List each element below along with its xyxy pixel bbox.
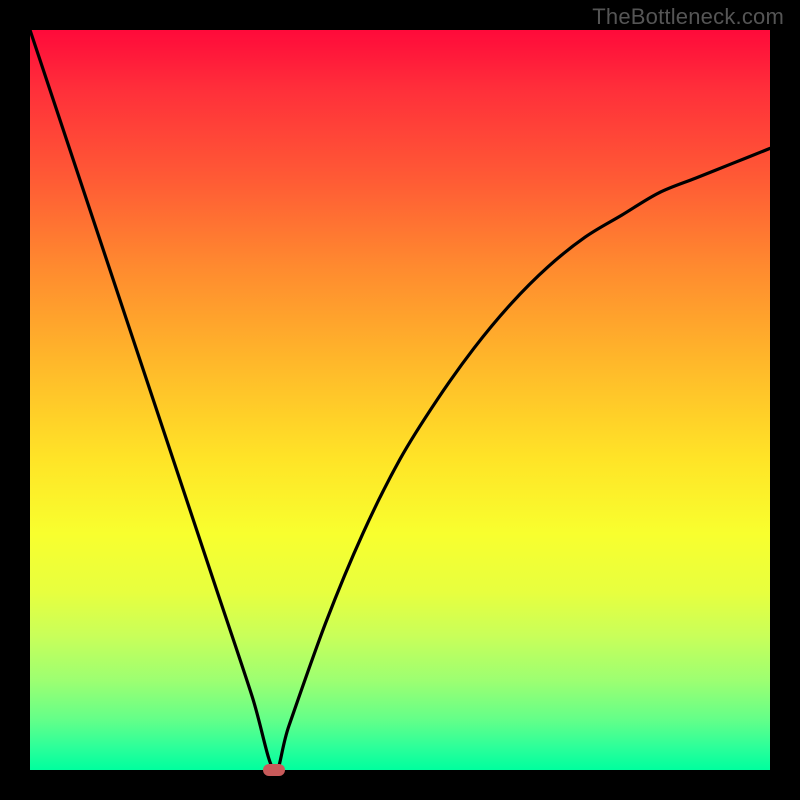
watermark-text: TheBottleneck.com — [592, 4, 784, 30]
bottleneck-curve — [30, 30, 770, 770]
curve-svg — [30, 30, 770, 770]
plot-area — [30, 30, 770, 770]
optimal-point-marker — [263, 764, 285, 776]
